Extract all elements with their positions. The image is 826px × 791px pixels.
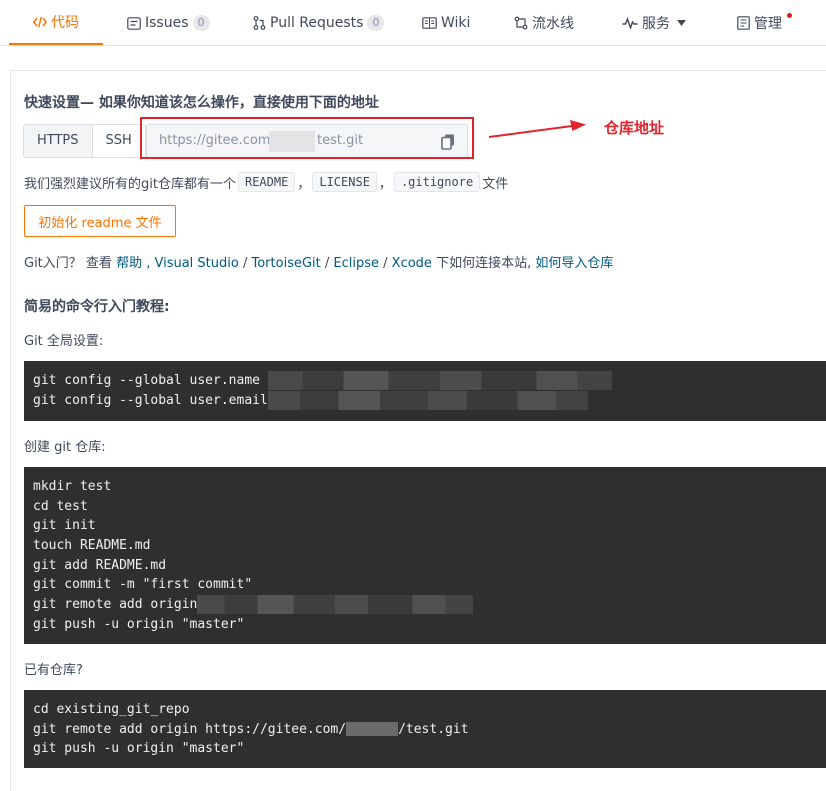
redacted-email	[267, 390, 588, 410]
pulse-icon	[622, 17, 638, 29]
redacted-username	[267, 371, 612, 390]
tab-pipeline[interactable]: 流水线	[514, 0, 574, 46]
git-intro: Git入门？ 查看 帮助 , Visual Studio / TortoiseG…	[24, 256, 614, 271]
tab-code[interactable]: 代码	[9, 0, 103, 45]
code-line: git commit -m "first commit"	[33, 577, 253, 593]
code-line: touch README.md	[33, 538, 151, 554]
repo-tabs: 代码 Issues 0 Pull Requests 0 Wiki 流水线 服务	[0, 0, 826, 46]
existing-repo-label: 已有仓库?	[24, 663, 83, 678]
import-repo-link[interactable]: 如何导入仓库	[535, 256, 613, 271]
code-line: git add README.md	[33, 557, 167, 573]
code-line: git config --global user.email	[33, 390, 817, 411]
redacted-username	[346, 722, 399, 737]
code-line: git remote add origin	[33, 595, 817, 615]
issues-count: 0	[192, 15, 210, 31]
global-settings-code: git config --global user.name git config…	[24, 361, 826, 421]
code-line: cd existing_git_repo	[33, 702, 190, 717]
tab-wiki[interactable]: Wiki	[422, 0, 470, 46]
code-line: git push -u origin "master"	[33, 741, 245, 757]
annotation-box	[140, 117, 474, 159]
readme-chip: README	[237, 172, 296, 192]
annotation-arrow-icon	[488, 117, 588, 145]
notification-dot	[787, 13, 792, 18]
license-chip: LICENSE	[312, 172, 377, 192]
recommend-text: 我们强烈建议所有的git仓库都有一个 README ， LICENSE ， .g…	[24, 172, 508, 192]
annotation-label: 仓库地址	[604, 119, 665, 137]
pipeline-icon	[514, 16, 528, 30]
existing-repo-code: cd existing_git_repo git remote add orig…	[24, 690, 826, 768]
manage-icon	[737, 16, 750, 30]
visual-studio-link[interactable]: Visual Studio	[154, 256, 238, 271]
tab-services[interactable]: 服务	[622, 0, 686, 46]
pull-requests-count: 0	[367, 15, 385, 31]
code-line: mkdir test	[33, 479, 112, 494]
issues-icon	[127, 16, 141, 30]
tutorial-heading: 简易的命令行入门教程:	[24, 299, 170, 315]
eclipse-link[interactable]: Eclipse	[333, 256, 379, 271]
code-line: cd test	[33, 498, 88, 514]
help-link[interactable]: 帮助	[116, 256, 142, 271]
init-readme-button[interactable]: 初始化 readme 文件	[24, 205, 176, 237]
tab-manage[interactable]: 管理	[737, 0, 782, 46]
gitignore-chip: .gitignore	[393, 172, 481, 192]
https-button[interactable]: HTTPS	[24, 125, 92, 157]
code-line: git push -u origin "master"	[33, 616, 245, 632]
protocol-toggle: HTTPS SSH	[23, 124, 146, 158]
code-line: git config --global user.name	[33, 371, 817, 391]
pull-request-icon	[253, 16, 266, 30]
tortoisegit-link[interactable]: TortoiseGit	[252, 256, 321, 271]
create-repo-label: 创建 git 仓库:	[24, 440, 106, 455]
global-settings-label: Git 全局设置:	[24, 334, 104, 349]
tab-pull-requests[interactable]: Pull Requests 0	[253, 0, 385, 46]
quick-setup-heading: 快速设置— 如果你知道该怎么操作，直接使用下面的地址	[24, 95, 379, 111]
code-icon	[33, 16, 47, 28]
xcode-link[interactable]: Xcode	[392, 256, 432, 271]
tab-issues[interactable]: Issues 0	[127, 0, 210, 46]
chevron-down-icon	[677, 20, 686, 26]
wiki-icon	[422, 17, 437, 29]
ssh-button[interactable]: SSH	[91, 125, 145, 157]
code-line: git remote add origin https://gitee.com/…	[33, 721, 469, 737]
create-repo-code: mkdir test cd test git init touch README…	[24, 467, 826, 644]
redacted-remote-url	[197, 595, 474, 615]
code-line: git init	[33, 518, 96, 534]
